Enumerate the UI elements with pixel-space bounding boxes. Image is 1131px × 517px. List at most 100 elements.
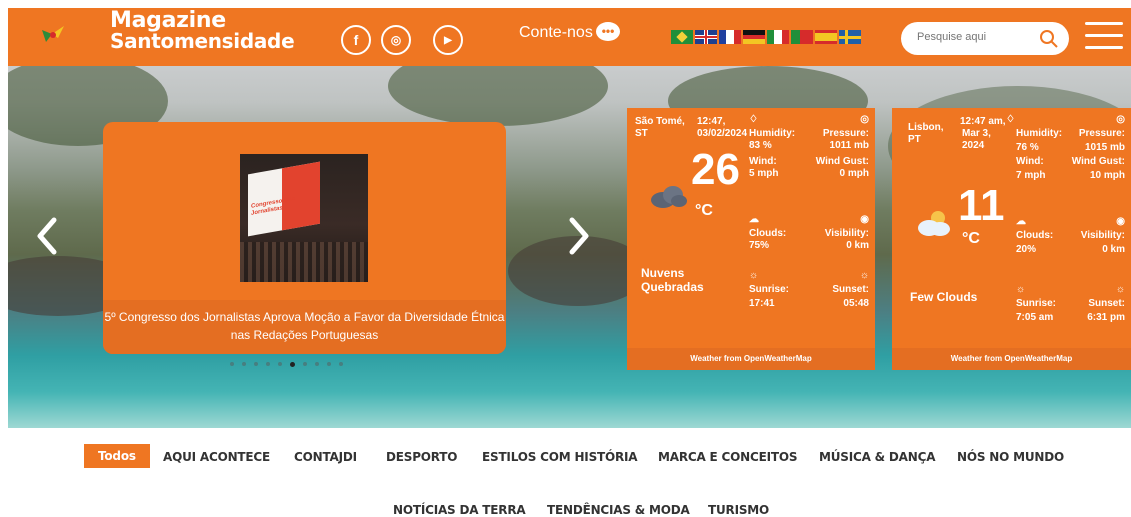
- weather-time: 12:47,: [697, 116, 726, 127]
- pressure-label: Pressure:: [822, 128, 869, 139]
- category-tab[interactable]: NÓS NO MUNDO: [957, 450, 1064, 464]
- weather-footer[interactable]: Weather from OpenWeatherMap: [892, 348, 1131, 370]
- weather-card-lisbon: Lisbon, PT 12:47 am, Mar 3, 2024 11 °C F…: [892, 108, 1131, 370]
- clouds-label: Clouds:: [1016, 230, 1054, 241]
- wind-value: 5 mph: [749, 168, 779, 179]
- brand-line2: Santomensidade: [110, 29, 295, 53]
- weather-unit: °C: [962, 230, 980, 247]
- category-tab[interactable]: NOTÍCIAS DA TERRA: [393, 503, 526, 517]
- visibility-value: 0 km: [1102, 244, 1125, 255]
- humidity-label: Humidity:: [749, 128, 796, 139]
- weather-condition: Nuvens Quebradas: [641, 266, 704, 294]
- category-tab[interactable]: AQUI ACONTECE: [163, 450, 270, 464]
- slider-dot[interactable]: [266, 362, 270, 366]
- category-tab-todos[interactable]: Todos: [84, 444, 150, 468]
- cloud-icon: [651, 186, 687, 208]
- slider-dot[interactable]: [327, 362, 331, 366]
- few-clouds-icon: [918, 211, 950, 236]
- language-flags: [671, 30, 861, 45]
- weather-card-saotome: São Tomé, ST 12:47, 03/02/2024 26 °C Nuv…: [627, 108, 875, 370]
- weather-temp: 26: [691, 145, 740, 194]
- pressure-icon: ◎: [1116, 114, 1125, 125]
- youtube-icon[interactable]: ▶: [433, 25, 463, 55]
- clouds-label: Clouds:: [749, 228, 787, 239]
- slider-dot[interactable]: [242, 362, 246, 366]
- sunset-icon: ☼: [1115, 284, 1125, 295]
- sunrise-label: Sunrise:: [749, 284, 790, 295]
- visibility-label: Visibility:: [824, 228, 869, 239]
- site-logo-text[interactable]: Magazine Santomensidade: [110, 10, 295, 53]
- sunrise-icon: ☼: [1016, 284, 1026, 295]
- flag-spain-icon[interactable]: [815, 30, 837, 44]
- weather-date: Mar 3, 2024: [962, 128, 991, 151]
- weather-unit: °C: [695, 202, 713, 219]
- flag-portugal-icon[interactable]: [791, 30, 813, 44]
- wind-label: Wind:: [749, 156, 777, 167]
- category-tab[interactable]: MÚSICA & DANÇA: [819, 450, 935, 464]
- facebook-icon[interactable]: f: [341, 25, 371, 55]
- sunrise-value: 17:41: [749, 298, 775, 309]
- search-input[interactable]: [917, 31, 1027, 43]
- gust-value: 10 mph: [1089, 170, 1125, 181]
- clouds-icon: ☁: [749, 214, 759, 225]
- weather-temp: 11: [958, 181, 1005, 230]
- slide-caption[interactable]: 5º Congresso dos Jornalistas Aprova Moçã…: [103, 300, 506, 354]
- sunrise-value: 7:05 am: [1016, 312, 1054, 323]
- clouds-value: 75%: [749, 240, 770, 251]
- slider-dot[interactable]: [303, 362, 307, 366]
- slide-card[interactable]: Congresso Dos Jornalistas 5º Congresso d…: [103, 122, 506, 354]
- menu-icon[interactable]: [1085, 22, 1123, 52]
- weather-location: São Tomé, ST: [635, 116, 685, 139]
- visibility-label: Visibility:: [1080, 230, 1125, 241]
- category-tab[interactable]: MARCA E CONCEITOS: [658, 450, 797, 464]
- pressure-icon: ◎: [860, 114, 869, 125]
- slider-dot[interactable]: [339, 362, 343, 366]
- site-header: Magazine Santomensidade f ◎ ▶ Conte-nos …: [8, 8, 1131, 66]
- flag-italy-icon[interactable]: [767, 30, 789, 44]
- slider-dot[interactable]: [315, 362, 319, 366]
- humidity-label: Humidity:: [1016, 128, 1063, 139]
- category-tab[interactable]: TENDÊNCIAS & MODA: [547, 503, 690, 517]
- gust-label: Wind Gust:: [1071, 156, 1125, 167]
- weather-condition: Few Clouds: [910, 290, 978, 304]
- wind-value: 7 mph: [1016, 170, 1046, 181]
- weather-location: Lisbon, PT: [908, 122, 944, 145]
- flag-brazil-icon[interactable]: [671, 30, 693, 44]
- chat-bubble-icon[interactable]: •••: [596, 22, 620, 41]
- sunset-label: Sunset:: [832, 284, 869, 295]
- slide-image[interactable]: Congresso Dos Jornalistas: [240, 154, 368, 282]
- flag-france-icon[interactable]: [719, 30, 741, 44]
- slider-next-arrow[interactable]: [566, 216, 592, 256]
- humidity-icon: ♢: [749, 114, 758, 125]
- search-icon[interactable]: [1039, 29, 1059, 49]
- logo-bird-icon[interactable]: [40, 22, 66, 48]
- sunset-icon: ☼: [859, 270, 869, 281]
- sunset-label: Sunset:: [1088, 298, 1125, 309]
- category-tab[interactable]: DESPORTO: [386, 450, 457, 464]
- slider-prev-arrow[interactable]: [34, 216, 60, 256]
- clouds-value: 20%: [1016, 244, 1037, 255]
- flag-germany-icon[interactable]: [743, 30, 765, 45]
- category-tab[interactable]: ESTILOS COM HISTÓRIA: [482, 450, 638, 464]
- visibility-icon: ◉: [860, 214, 869, 225]
- category-tab[interactable]: CONTAJDI: [294, 450, 357, 464]
- slider-dot[interactable]: [254, 362, 258, 366]
- slider-dot[interactable]: [230, 362, 234, 366]
- slider-dots: [230, 362, 343, 367]
- weather-date: 03/02/2024: [697, 128, 748, 139]
- instagram-icon[interactable]: ◎: [381, 25, 411, 55]
- visibility-value: 0 km: [846, 240, 869, 251]
- contact-link[interactable]: Conte-nos: [519, 24, 593, 42]
- category-tab[interactable]: TURISMO: [708, 503, 769, 517]
- humidity-value: 83 %: [749, 140, 772, 151]
- sunset-value: 05:48: [843, 298, 869, 309]
- humidity-icon: ♢: [1006, 114, 1015, 125]
- pressure-label: Pressure:: [1078, 128, 1125, 139]
- flag-sweden-icon[interactable]: [839, 30, 861, 44]
- slider-dot[interactable]: [290, 362, 295, 367]
- pressure-value: 1011 mb: [829, 140, 869, 151]
- slider-dot[interactable]: [278, 362, 282, 366]
- flag-uk-icon[interactable]: [695, 30, 717, 44]
- humidity-value: 76 %: [1016, 142, 1039, 153]
- weather-footer[interactable]: Weather from OpenWeatherMap: [627, 348, 875, 370]
